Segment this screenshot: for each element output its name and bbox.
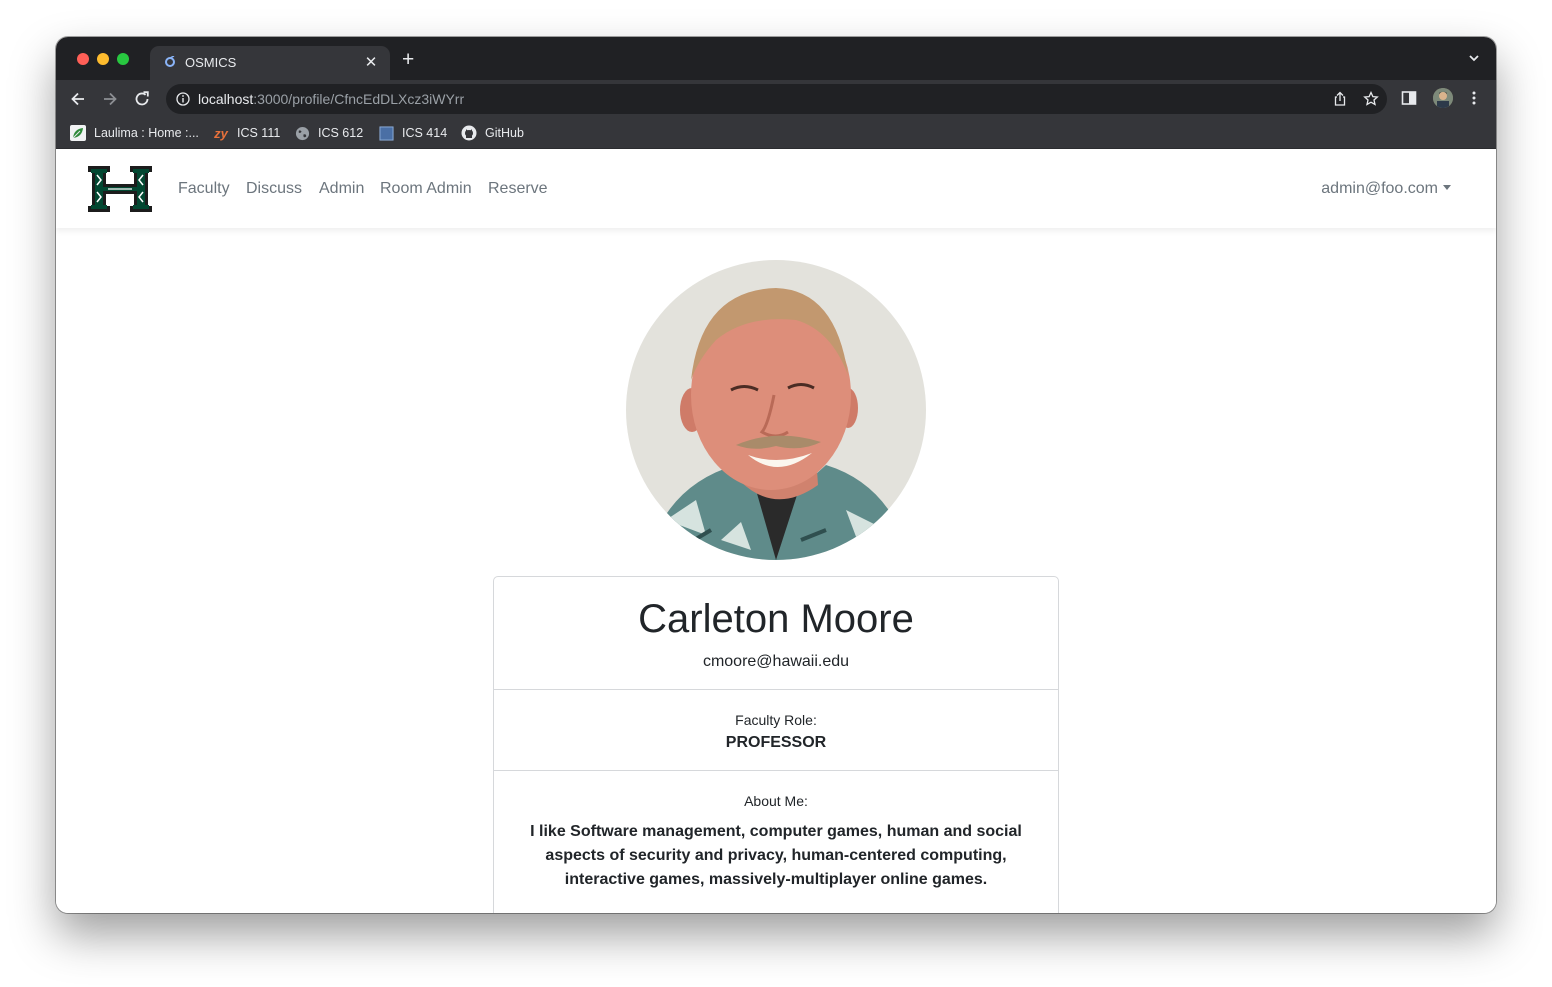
- globe-icon: [294, 125, 310, 141]
- tab-close-icon[interactable]: ✕: [362, 53, 380, 71]
- role-section: Faculty Role: PROFESSOR: [494, 690, 1058, 771]
- profile-photo: [626, 260, 926, 560]
- url-text[interactable]: localhost:3000/profile/CfncEdDLXcz3iWYrr: [198, 91, 464, 107]
- bookmarks-bar: Laulima : Home :... zy ICS 111 ICS 612 I…: [56, 118, 1496, 149]
- square-icon: [378, 125, 394, 141]
- new-tab-icon[interactable]: +: [402, 49, 414, 70]
- profile-card: Carleton Moore cmoore@hawaii.edu Faculty…: [493, 576, 1059, 913]
- bookmark-ics-414[interactable]: ICS 414: [378, 124, 447, 142]
- name-section: Carleton Moore cmoore@hawaii.edu: [494, 577, 1058, 690]
- nav-link-admin[interactable]: Admin: [319, 180, 364, 198]
- about-section: About Me: I like Software management, co…: [494, 771, 1058, 913]
- bookmark-label: ICS 111: [237, 126, 281, 140]
- tab-strip: OSMICS ✕ +: [56, 37, 1496, 80]
- close-window-button[interactable]: [77, 53, 89, 65]
- about-label: About Me:: [744, 793, 808, 809]
- side-panel-icon[interactable]: [1401, 90, 1417, 106]
- bookmark-ics-612[interactable]: ICS 612: [294, 124, 363, 142]
- role-value: PROFESSOR: [725, 734, 827, 751]
- bookmark-github[interactable]: GitHub: [461, 124, 524, 142]
- bookmark-star-icon[interactable]: [1363, 91, 1379, 107]
- reload-icon[interactable]: [132, 89, 152, 109]
- github-icon: [461, 125, 477, 141]
- caret-down-icon: [1443, 185, 1451, 190]
- address-bar[interactable]: localhost:3000/profile/CfncEdDLXcz3iWYrr: [166, 84, 1387, 114]
- osmics-favicon-icon: [165, 56, 175, 67]
- zybooks-icon: zy: [214, 125, 228, 141]
- forward-arrow-icon[interactable]: [100, 89, 120, 109]
- site-navbar: Faculty Discuss Admin Room Admin Reserve…: [56, 149, 1496, 228]
- bookmark-laulima[interactable]: Laulima : Home :...: [70, 124, 199, 142]
- share-icon[interactable]: [1332, 91, 1348, 107]
- bookmark-label: ICS 414: [402, 126, 448, 140]
- bookmark-label: Laulima : Home :...: [94, 126, 199, 140]
- nav-link-reserve[interactable]: Reserve: [488, 180, 548, 198]
- profile-avatar-icon[interactable]: [1433, 88, 1453, 108]
- maximize-window-button[interactable]: [117, 53, 129, 65]
- browser-menu-icon[interactable]: [1466, 90, 1482, 106]
- hawaii-h-logo[interactable]: [86, 162, 154, 216]
- tab-title: OSMICS: [185, 55, 237, 70]
- about-text: I like Software management, computer gam…: [530, 823, 1022, 888]
- user-dropdown[interactable]: admin@foo.com: [1321, 180, 1451, 198]
- minimize-window-button[interactable]: [97, 53, 109, 65]
- back-arrow-icon[interactable]: [68, 89, 88, 109]
- tab-osmics[interactable]: OSMICS ✕: [150, 46, 390, 80]
- nav-link-room-admin[interactable]: Room Admin: [380, 180, 472, 198]
- site-info-icon[interactable]: [176, 92, 190, 106]
- bookmark-ics-111[interactable]: zy ICS 111: [213, 124, 280, 142]
- bookmark-label: GitHub: [485, 126, 524, 140]
- profile-email: cmoore@hawaii.edu: [702, 653, 850, 670]
- browser-toolbar: localhost:3000/profile/CfncEdDLXcz3iWYrr: [56, 80, 1496, 118]
- nav-link-faculty[interactable]: Faculty: [178, 180, 230, 198]
- bookmark-label: ICS 612: [318, 126, 364, 140]
- profile-name: Carleton Moore: [638, 597, 914, 641]
- nav-link-discuss[interactable]: Discuss: [246, 180, 302, 198]
- url-path: :3000/profile/CfncEdDLXcz3iWYrr: [253, 91, 465, 107]
- browser-window: OSMICS ✕ + localhost:3000/profile/CfncEd…: [56, 37, 1496, 913]
- url-host: localhost: [198, 91, 254, 107]
- laulima-leaf-icon: [70, 125, 86, 141]
- role-label: Faculty Role:: [735, 712, 817, 728]
- web-page: Faculty Discuss Admin Room Admin Reserve…: [56, 149, 1496, 913]
- tab-search-chevron-icon[interactable]: [1468, 52, 1480, 64]
- user-email: admin@foo.com: [1321, 180, 1438, 197]
